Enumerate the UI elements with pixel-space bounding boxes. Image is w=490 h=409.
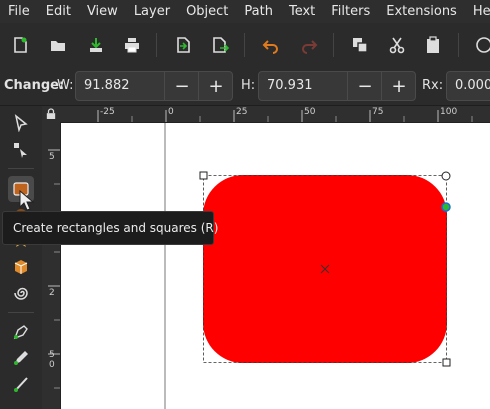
separator [156,33,157,57]
ruler-label: 25 [236,107,248,117]
menu-layer[interactable]: Layer [126,4,178,19]
width-value[interactable]: 91.882 [84,78,130,93]
undo-button[interactable] [259,33,283,57]
node-tool[interactable] [8,137,34,163]
save-button[interactable] [84,33,108,57]
undo-icon [262,40,278,54]
rx-label: Rx: [422,78,444,93]
new-document-icon [14,37,27,53]
save-icon [90,38,102,52]
toolbox [0,106,42,409]
height-value[interactable]: 70.931 [267,78,313,93]
paste-icon [427,36,439,53]
duplicate-button[interactable] [348,33,372,57]
ruler-label: 100 [440,107,458,117]
calligraphy-tool[interactable] [8,371,34,397]
vertical-ruler[interactable]: 5 2 5 0 [42,122,61,409]
arrow-pointer-icon [14,114,28,132]
tool-separator [8,312,34,313]
drawing-canvas[interactable] [61,123,490,409]
redo-icon [302,40,318,54]
new-document-button[interactable] [8,33,32,57]
spiral-icon [14,287,28,300]
separator [458,33,459,57]
export-icon [213,37,230,53]
canvas-drawing [164,123,451,409]
menu-file[interactable]: File [0,4,38,19]
spiral-tool[interactable] [8,280,34,306]
rx-value[interactable]: 0.000 [455,78,490,93]
import-icon [177,37,190,53]
menu-filters[interactable]: Filters [323,4,378,19]
command-bar [0,23,490,68]
rx-spinbox[interactable]: 0.000 [446,71,490,101]
ruler-label: 75 [372,107,384,117]
width-decrement-button[interactable]: − [164,72,199,100]
horizontal-ruler[interactable]: -25 0 25 50 75 100 [60,106,490,123]
ry-handle [441,202,451,212]
tool-controls-bar: Change: W: 91.882 − + H: 70.931 − + Rx: … [0,67,490,106]
open-icon [51,41,65,51]
ruler-label: 2 [49,288,55,298]
menu-object[interactable]: Object [178,4,236,19]
pencil-icon [14,351,28,365]
pen-tool[interactable] [8,319,34,345]
duplicate-icon [353,38,368,53]
node-edit-icon [14,143,27,158]
rectangle-tool-tooltip: Create rectangles and squares (R) [2,211,218,245]
open-button[interactable] [46,33,70,57]
paste-button[interactable] [421,33,445,57]
menu-path[interactable]: Path [236,4,281,19]
mouse-cursor-icon [19,190,35,211]
zoom-icon [476,37,490,53]
3d-box-icon [14,260,28,274]
ruler-label: -25 [100,107,115,117]
height-spinbox[interactable]: 70.931 − + [258,71,416,101]
ruler-label: 0 [49,360,55,370]
menu-help[interactable]: Help [465,4,490,19]
menu-edit[interactable]: Edit [38,4,79,19]
export-button[interactable] [208,33,232,57]
menu-bar: File Edit View Layer Object Path Text Fi… [0,0,490,23]
width-increment-button[interactable]: + [198,72,233,100]
width-label: W: [57,78,74,93]
height-increment-button[interactable]: + [381,72,416,100]
separator [333,33,334,57]
radius-handle [441,171,451,181]
lock-icon [46,108,56,119]
separator [244,33,245,57]
print-icon [125,38,139,53]
ruler-label: 50 [304,107,316,117]
more-button[interactable] [470,33,490,57]
calligraphy-icon [14,377,28,392]
change-label: Change: [4,78,65,93]
height-label: H: [241,78,256,93]
menu-extensions[interactable]: Extensions [378,4,465,19]
pencil-tool[interactable] [8,345,34,371]
print-button[interactable] [120,33,144,57]
tooltip-text: Create rectangles and squares (R) [13,221,219,235]
horizontal-ruler-ticks [97,110,473,122]
width-spinbox[interactable]: 91.882 − + [75,71,233,101]
menu-text[interactable]: Text [281,4,323,19]
corner-handle [199,171,208,180]
height-decrement-button[interactable]: − [347,72,382,100]
cut-icon [389,37,405,54]
3d-box-tool[interactable] [8,254,34,280]
pen-icon [13,325,28,340]
tool-separator [8,168,34,169]
ruler-label: 5 [49,350,55,360]
redo-button[interactable] [297,33,321,57]
corner-handle [442,358,451,367]
ruler-label: 0 [168,107,174,117]
cut-button[interactable] [385,33,409,57]
ruler-label: 5 [49,152,55,162]
menu-view[interactable]: View [79,4,126,19]
ruler-corner-lock[interactable] [42,106,60,122]
selector-tool[interactable] [8,110,34,136]
import-button[interactable] [171,33,195,57]
